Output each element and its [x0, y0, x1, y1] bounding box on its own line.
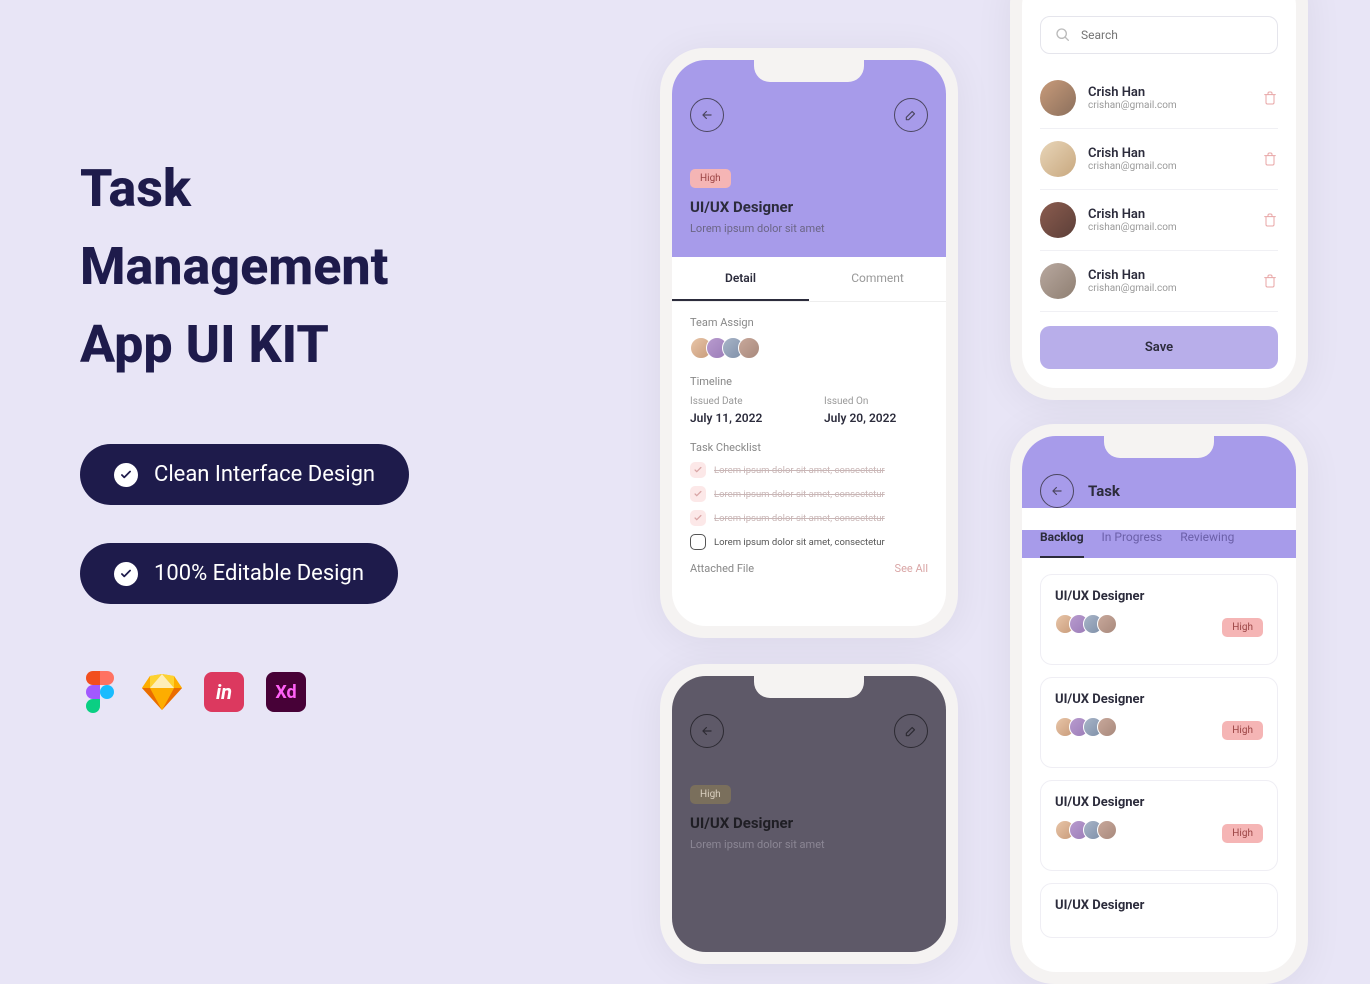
checkbox-checked-icon: [690, 486, 706, 502]
tool-icons-row: in Xd: [80, 672, 540, 712]
trash-icon[interactable]: [1262, 273, 1278, 289]
sketch-icon: [142, 672, 182, 712]
team-assign-label: Team Assign: [690, 316, 928, 329]
search-box[interactable]: [1040, 16, 1278, 54]
invision-icon: in: [204, 672, 244, 712]
checkbox-checked-icon: [690, 462, 706, 478]
avatar: [738, 337, 760, 359]
trash-icon[interactable]: [1262, 90, 1278, 106]
avatar: [1040, 141, 1076, 177]
priority-badge: High: [690, 785, 731, 804]
task-subtitle: Lorem ipsum dolor sit amet: [690, 222, 928, 235]
avatar: [1040, 80, 1076, 116]
checklist-text: Lorem ipsum dolor sit amet, consectetur: [714, 537, 885, 548]
task-card-title: UI/UX Designer: [1055, 795, 1263, 810]
back-button[interactable]: [690, 98, 724, 132]
phone-members: Crish Han crishan@gmail.com Crish Han cr…: [1010, 0, 1308, 400]
attached-file-label: Attached File: [690, 562, 754, 575]
hero-title: Task Management App UI KIT: [80, 150, 540, 384]
checkbox-checked-icon: [690, 510, 706, 526]
member-row: Crish Han crishan@gmail.com: [1040, 68, 1278, 129]
task-card[interactable]: UI/UX Designer: [1040, 883, 1278, 938]
checklist-text: Lorem ipsum dolor sit amet, consectetur: [714, 489, 885, 500]
tab-comment[interactable]: Comment: [809, 257, 946, 301]
task-title: UI/UX Designer: [690, 198, 928, 216]
title-line-3: App UI KIT: [80, 306, 540, 384]
member-name: Crish Han: [1088, 207, 1250, 222]
timeline-label: Timeline: [690, 375, 928, 388]
checkbox-unchecked-icon: [690, 534, 706, 550]
save-button[interactable]: Save: [1040, 326, 1278, 369]
edit-button[interactable]: [894, 714, 928, 748]
team-avatars: [690, 337, 928, 359]
trash-icon[interactable]: [1262, 151, 1278, 167]
feature-pill-2: 100% Editable Design: [80, 543, 398, 604]
xd-icon: Xd: [266, 672, 306, 712]
member-email: crishan@gmail.com: [1088, 222, 1250, 233]
checklist-item[interactable]: Lorem ipsum dolor sit amet, consectetur: [690, 486, 928, 502]
phone-detail-dark: High UI/UX Designer Lorem ipsum dolor si…: [660, 664, 958, 964]
checklist-text: Lorem ipsum dolor sit amet, consectetur: [714, 513, 885, 524]
phone-task-list: Task Backlog In Progress Reviewing UI/UX…: [1010, 424, 1308, 984]
member-row: Crish Han crishan@gmail.com: [1040, 190, 1278, 251]
feature-pill-1: Clean Interface Design: [80, 444, 409, 505]
page-title: Task: [1088, 482, 1120, 500]
task-card-title: UI/UX Designer: [1055, 589, 1263, 604]
title-line-2: Management: [80, 228, 540, 306]
check-icon: [114, 562, 138, 586]
pill-label: 100% Editable Design: [154, 561, 364, 586]
phone-detail: High UI/UX Designer Lorem ipsum dolor si…: [660, 48, 958, 638]
priority-badge: High: [690, 169, 731, 188]
check-icon: [114, 463, 138, 487]
tab-detail[interactable]: Detail: [672, 257, 809, 301]
task-title: UI/UX Designer: [690, 814, 928, 832]
back-button[interactable]: [1040, 474, 1074, 508]
priority-badge: High: [1222, 721, 1263, 740]
member-name: Crish Han: [1088, 85, 1250, 100]
checklist-item[interactable]: Lorem ipsum dolor sit amet, consectetur: [690, 510, 928, 526]
back-button[interactable]: [690, 714, 724, 748]
task-card[interactable]: UI/UX Designer High: [1040, 574, 1278, 665]
trash-icon[interactable]: [1262, 212, 1278, 228]
avatar: [1040, 263, 1076, 299]
task-card-title: UI/UX Designer: [1055, 898, 1263, 913]
member-email: crishan@gmail.com: [1088, 100, 1250, 111]
task-card-title: UI/UX Designer: [1055, 692, 1263, 707]
issued-on-label: Issued On: [824, 396, 928, 407]
title-line-1: Task: [80, 150, 540, 228]
edit-button[interactable]: [894, 98, 928, 132]
figma-icon: [80, 672, 120, 712]
checklist-item[interactable]: Lorem ipsum dolor sit amet, consectetur: [690, 534, 928, 550]
checklist-item[interactable]: Lorem ipsum dolor sit amet, consectetur: [690, 462, 928, 478]
member-row: Crish Han crishan@gmail.com: [1040, 129, 1278, 190]
checklist-label: Task Checklist: [690, 441, 928, 454]
member-email: crishan@gmail.com: [1088, 161, 1250, 172]
search-input[interactable]: [1081, 28, 1263, 42]
issued-date-label: Issued Date: [690, 396, 794, 407]
pill-label: Clean Interface Design: [154, 462, 375, 487]
member-name: Crish Han: [1088, 146, 1250, 161]
task-subtitle: Lorem ipsum dolor sit amet: [690, 838, 928, 851]
tab-in-progress[interactable]: In Progress: [1102, 530, 1163, 558]
see-all-link[interactable]: See All: [895, 562, 928, 575]
member-row: Crish Han crishan@gmail.com: [1040, 251, 1278, 312]
issued-date-value: July 11, 2022: [690, 411, 794, 425]
team-avatars: [1055, 717, 1117, 737]
checklist-text: Lorem ipsum dolor sit amet, consectetur: [714, 465, 885, 476]
search-icon: [1055, 27, 1071, 43]
issued-on-value: July 20, 2022: [824, 411, 928, 425]
member-name: Crish Han: [1088, 268, 1250, 283]
avatar: [1040, 202, 1076, 238]
member-email: crishan@gmail.com: [1088, 283, 1250, 294]
priority-badge: High: [1222, 618, 1263, 637]
team-avatars: [1055, 820, 1117, 840]
task-card[interactable]: UI/UX Designer High: [1040, 780, 1278, 871]
tab-reviewing[interactable]: Reviewing: [1180, 530, 1234, 558]
tab-backlog[interactable]: Backlog: [1040, 530, 1084, 558]
task-card[interactable]: UI/UX Designer High: [1040, 677, 1278, 768]
team-avatars: [1055, 614, 1117, 634]
priority-badge: High: [1222, 824, 1263, 843]
